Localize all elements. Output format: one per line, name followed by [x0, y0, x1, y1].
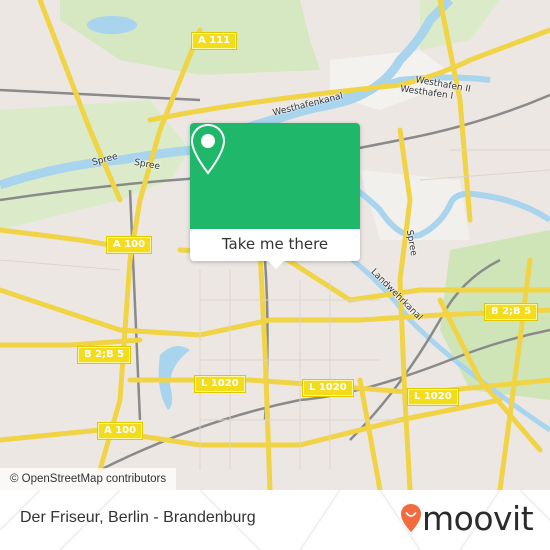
road-shield-l1020: L 1020 — [194, 375, 246, 393]
popup-header — [190, 123, 360, 229]
road-shield-l1020: L 1020 — [407, 388, 459, 406]
osm-attribution[interactable]: © OpenStreetMap contributors — [0, 468, 177, 490]
road-shield-a100: A 100 — [96, 422, 144, 440]
road-shield-a111: A 111 — [190, 32, 238, 50]
road-shield-a100: A 100 — [105, 236, 153, 254]
lake — [87, 16, 137, 34]
take-me-there-button[interactable]: Take me there — [190, 229, 360, 261]
map-pin-icon — [190, 123, 226, 175]
map-view[interactable]: A 111 A 100 A 100 B 2;B 5 B 2;B 5 L 1020… — [0, 0, 550, 490]
popup-pointer — [268, 261, 284, 269]
road-shield-l1020: L 1020 — [302, 379, 354, 397]
moovit-pin-icon — [401, 504, 421, 532]
place-title: Der Friseur, Berlin - Brandenburg — [20, 509, 256, 526]
road-shield-b2b5: B 2;B 5 — [483, 303, 539, 321]
park-area — [60, 0, 320, 75]
road-shield-b2b5: B 2;B 5 — [76, 346, 132, 364]
location-popup: Take me there — [190, 123, 360, 269]
footer-bar: Der Friseur, Berlin - Brandenburg moovit — [0, 490, 550, 550]
brand-name: moovit — [422, 499, 534, 538]
